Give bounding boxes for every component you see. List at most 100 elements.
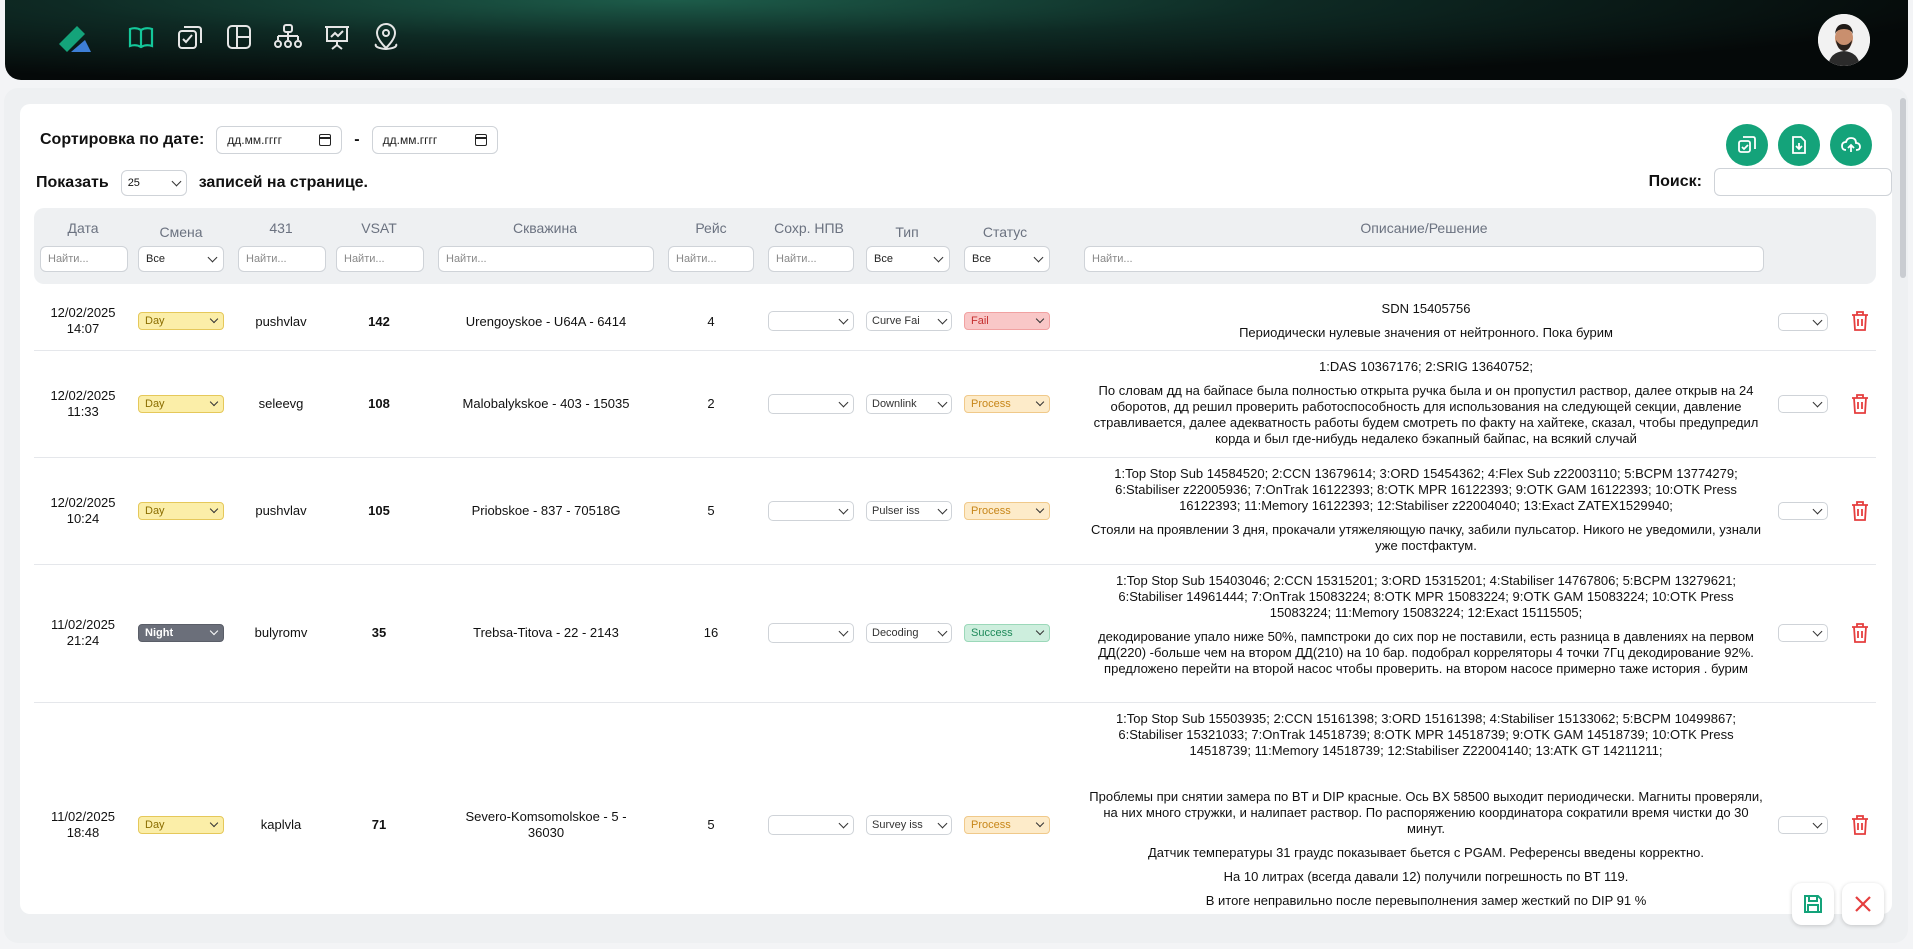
- cell-run: 16: [703, 625, 719, 640]
- filter-desc-input[interactable]: Найти...: [1084, 246, 1764, 272]
- shift-select[interactable]: Day: [138, 502, 224, 520]
- chevron-down-icon: [1035, 314, 1045, 324]
- copy-button[interactable]: [1726, 124, 1768, 166]
- cell-well: Severo-Komsomolskoe - 5 - 36030: [465, 809, 627, 840]
- chevron-down-icon: [937, 397, 948, 407]
- row-action-select[interactable]: [1778, 502, 1828, 520]
- chevron-down-icon: [838, 397, 849, 407]
- nav-tasks-icon[interactable]: [174, 20, 206, 54]
- cell-vsat: 35: [371, 625, 387, 640]
- npv-select[interactable]: [768, 501, 854, 521]
- table-row[interactable]: 12/02/2025 11:33 Day seleevg 108 Malobaly…: [34, 351, 1876, 458]
- shift-select[interactable]: Day: [138, 312, 224, 330]
- shift-select[interactable]: Night: [138, 624, 224, 642]
- date-from-placeholder: дд.мм.гггг: [227, 133, 282, 147]
- row-action-select[interactable]: [1778, 816, 1828, 834]
- col-desc-header: Описание/Решение: [1360, 220, 1488, 236]
- description-text: Стояли на проявлении 3 дня, прокачали ут…: [1091, 522, 1761, 553]
- app-logo[interactable]: [55, 22, 95, 52]
- download-button[interactable]: [1778, 124, 1820, 166]
- cell-431: bulyromv: [254, 625, 308, 640]
- chevron-down-icon: [1812, 397, 1823, 407]
- npv-select[interactable]: [768, 623, 854, 643]
- cell-date: 12/02/2025 14:07: [40, 305, 126, 337]
- description-text: По словам дд на байпасе была полностью о…: [1093, 383, 1759, 446]
- table-row[interactable]: 11/02/2025 21:24 Night bulyromv 35 Trebsa…: [34, 565, 1876, 703]
- delete-icon[interactable]: [1850, 310, 1870, 332]
- nav-book-icon[interactable]: [125, 20, 157, 54]
- close-button[interactable]: [1842, 883, 1884, 925]
- status-select[interactable]: Process: [964, 395, 1050, 413]
- npv-select[interactable]: [768, 815, 854, 835]
- calendar-icon: [319, 134, 332, 146]
- filter-type-select[interactable]: Все: [866, 246, 950, 272]
- date-value: 11/02/2025: [50, 809, 116, 824]
- shift-select[interactable]: Day: [138, 816, 224, 834]
- npv-select[interactable]: [768, 311, 854, 331]
- filter-date-input[interactable]: Найти...: [40, 246, 128, 272]
- status-select[interactable]: Process: [964, 502, 1050, 520]
- status-select[interactable]: Fail: [964, 312, 1050, 330]
- table-row[interactable]: 12/02/2025 10:24 Day pushvlav 105 Priobsk…: [34, 458, 1876, 565]
- filter-shift-select[interactable]: Все: [138, 246, 224, 272]
- filter-well-input[interactable]: Найти...: [438, 246, 654, 272]
- filter-run-input[interactable]: Найти...: [668, 246, 754, 272]
- cell-date: 12/02/2025 11:33: [40, 388, 126, 420]
- table-row[interactable]: 12/02/2025 14:07 Day pushvlav 142 Urengoy…: [34, 292, 1876, 351]
- nav-layout-icon[interactable]: [223, 20, 255, 54]
- table-row[interactable]: 11/02/2025 18:48 Day kaplvla 71 Severo-Ko…: [34, 703, 1876, 914]
- chevron-down-icon: [838, 504, 849, 514]
- search-input[interactable]: [1714, 168, 1892, 196]
- type-select[interactable]: Downlink: [866, 394, 952, 414]
- cell-well: Urengoyskoe - U64A - 6414: [465, 314, 627, 329]
- row-action-select[interactable]: [1778, 395, 1828, 413]
- shift-value: Day: [145, 315, 165, 327]
- status-select[interactable]: Process: [964, 816, 1050, 834]
- time-value: 11:33: [67, 404, 99, 419]
- date-to-input[interactable]: дд.мм.гггг: [371, 126, 498, 154]
- col-well-header: Скважина: [512, 220, 577, 236]
- close-icon: [1855, 896, 1871, 912]
- description-text: декодирование упало ниже 50%, пампстроки…: [1098, 629, 1754, 676]
- type-value: Downlink: [872, 398, 917, 410]
- status-select[interactable]: Success: [964, 624, 1050, 642]
- filter-vsat-input[interactable]: Найти...: [336, 246, 424, 272]
- chevron-down-icon: [209, 626, 219, 636]
- nav-location-icon[interactable]: [370, 20, 402, 54]
- filter-placeholder: Найти...: [676, 253, 717, 265]
- filter-npv-input[interactable]: Найти...: [768, 246, 854, 272]
- filter-status-select[interactable]: Все: [964, 246, 1050, 272]
- delete-icon[interactable]: [1850, 814, 1870, 836]
- type-select[interactable]: Survey iss: [866, 815, 952, 835]
- nav-presentation-icon[interactable]: [321, 20, 353, 54]
- chevron-down-icon: [1035, 818, 1045, 828]
- cell-description: 1:Top Stop Sub 15403046; 2:CCN 15315201;…: [1086, 573, 1766, 685]
- user-avatar[interactable]: [1818, 14, 1870, 66]
- npv-select[interactable]: [768, 394, 854, 414]
- chevron-down-icon: [1033, 252, 1044, 262]
- save-button[interactable]: [1792, 883, 1834, 925]
- cell-run: 5: [707, 817, 715, 832]
- shift-select[interactable]: Day: [138, 395, 224, 413]
- page-size-select[interactable]: 25: [120, 170, 187, 196]
- row-action-select[interactable]: [1778, 624, 1828, 642]
- col-run-header: Рейс: [695, 220, 727, 236]
- filter-431-input[interactable]: Найти...: [238, 246, 326, 272]
- nav-hierarchy-icon[interactable]: [272, 20, 304, 54]
- upload-button[interactable]: [1830, 124, 1872, 166]
- delete-icon[interactable]: [1850, 622, 1870, 644]
- row-action-select[interactable]: [1778, 313, 1828, 331]
- shift-value: Day: [145, 398, 165, 410]
- type-select[interactable]: Curve Fai: [866, 311, 952, 331]
- type-select[interactable]: Decoding: [866, 623, 952, 643]
- cell-well: Trebsa-Titova - 22 - 2143: [473, 625, 619, 640]
- filter-placeholder: Найти...: [48, 253, 89, 265]
- cell-well: Priobskoe - 837 - 70518G: [471, 503, 621, 518]
- delete-icon[interactable]: [1850, 393, 1870, 415]
- chevron-down-icon: [1812, 626, 1823, 636]
- type-select[interactable]: Pulser iss: [866, 501, 952, 521]
- date-from-input[interactable]: дд.мм.гггг: [216, 126, 343, 154]
- time-value: 10:24: [66, 511, 100, 526]
- scrollbar[interactable]: [1900, 98, 1906, 278]
- delete-icon[interactable]: [1850, 500, 1870, 522]
